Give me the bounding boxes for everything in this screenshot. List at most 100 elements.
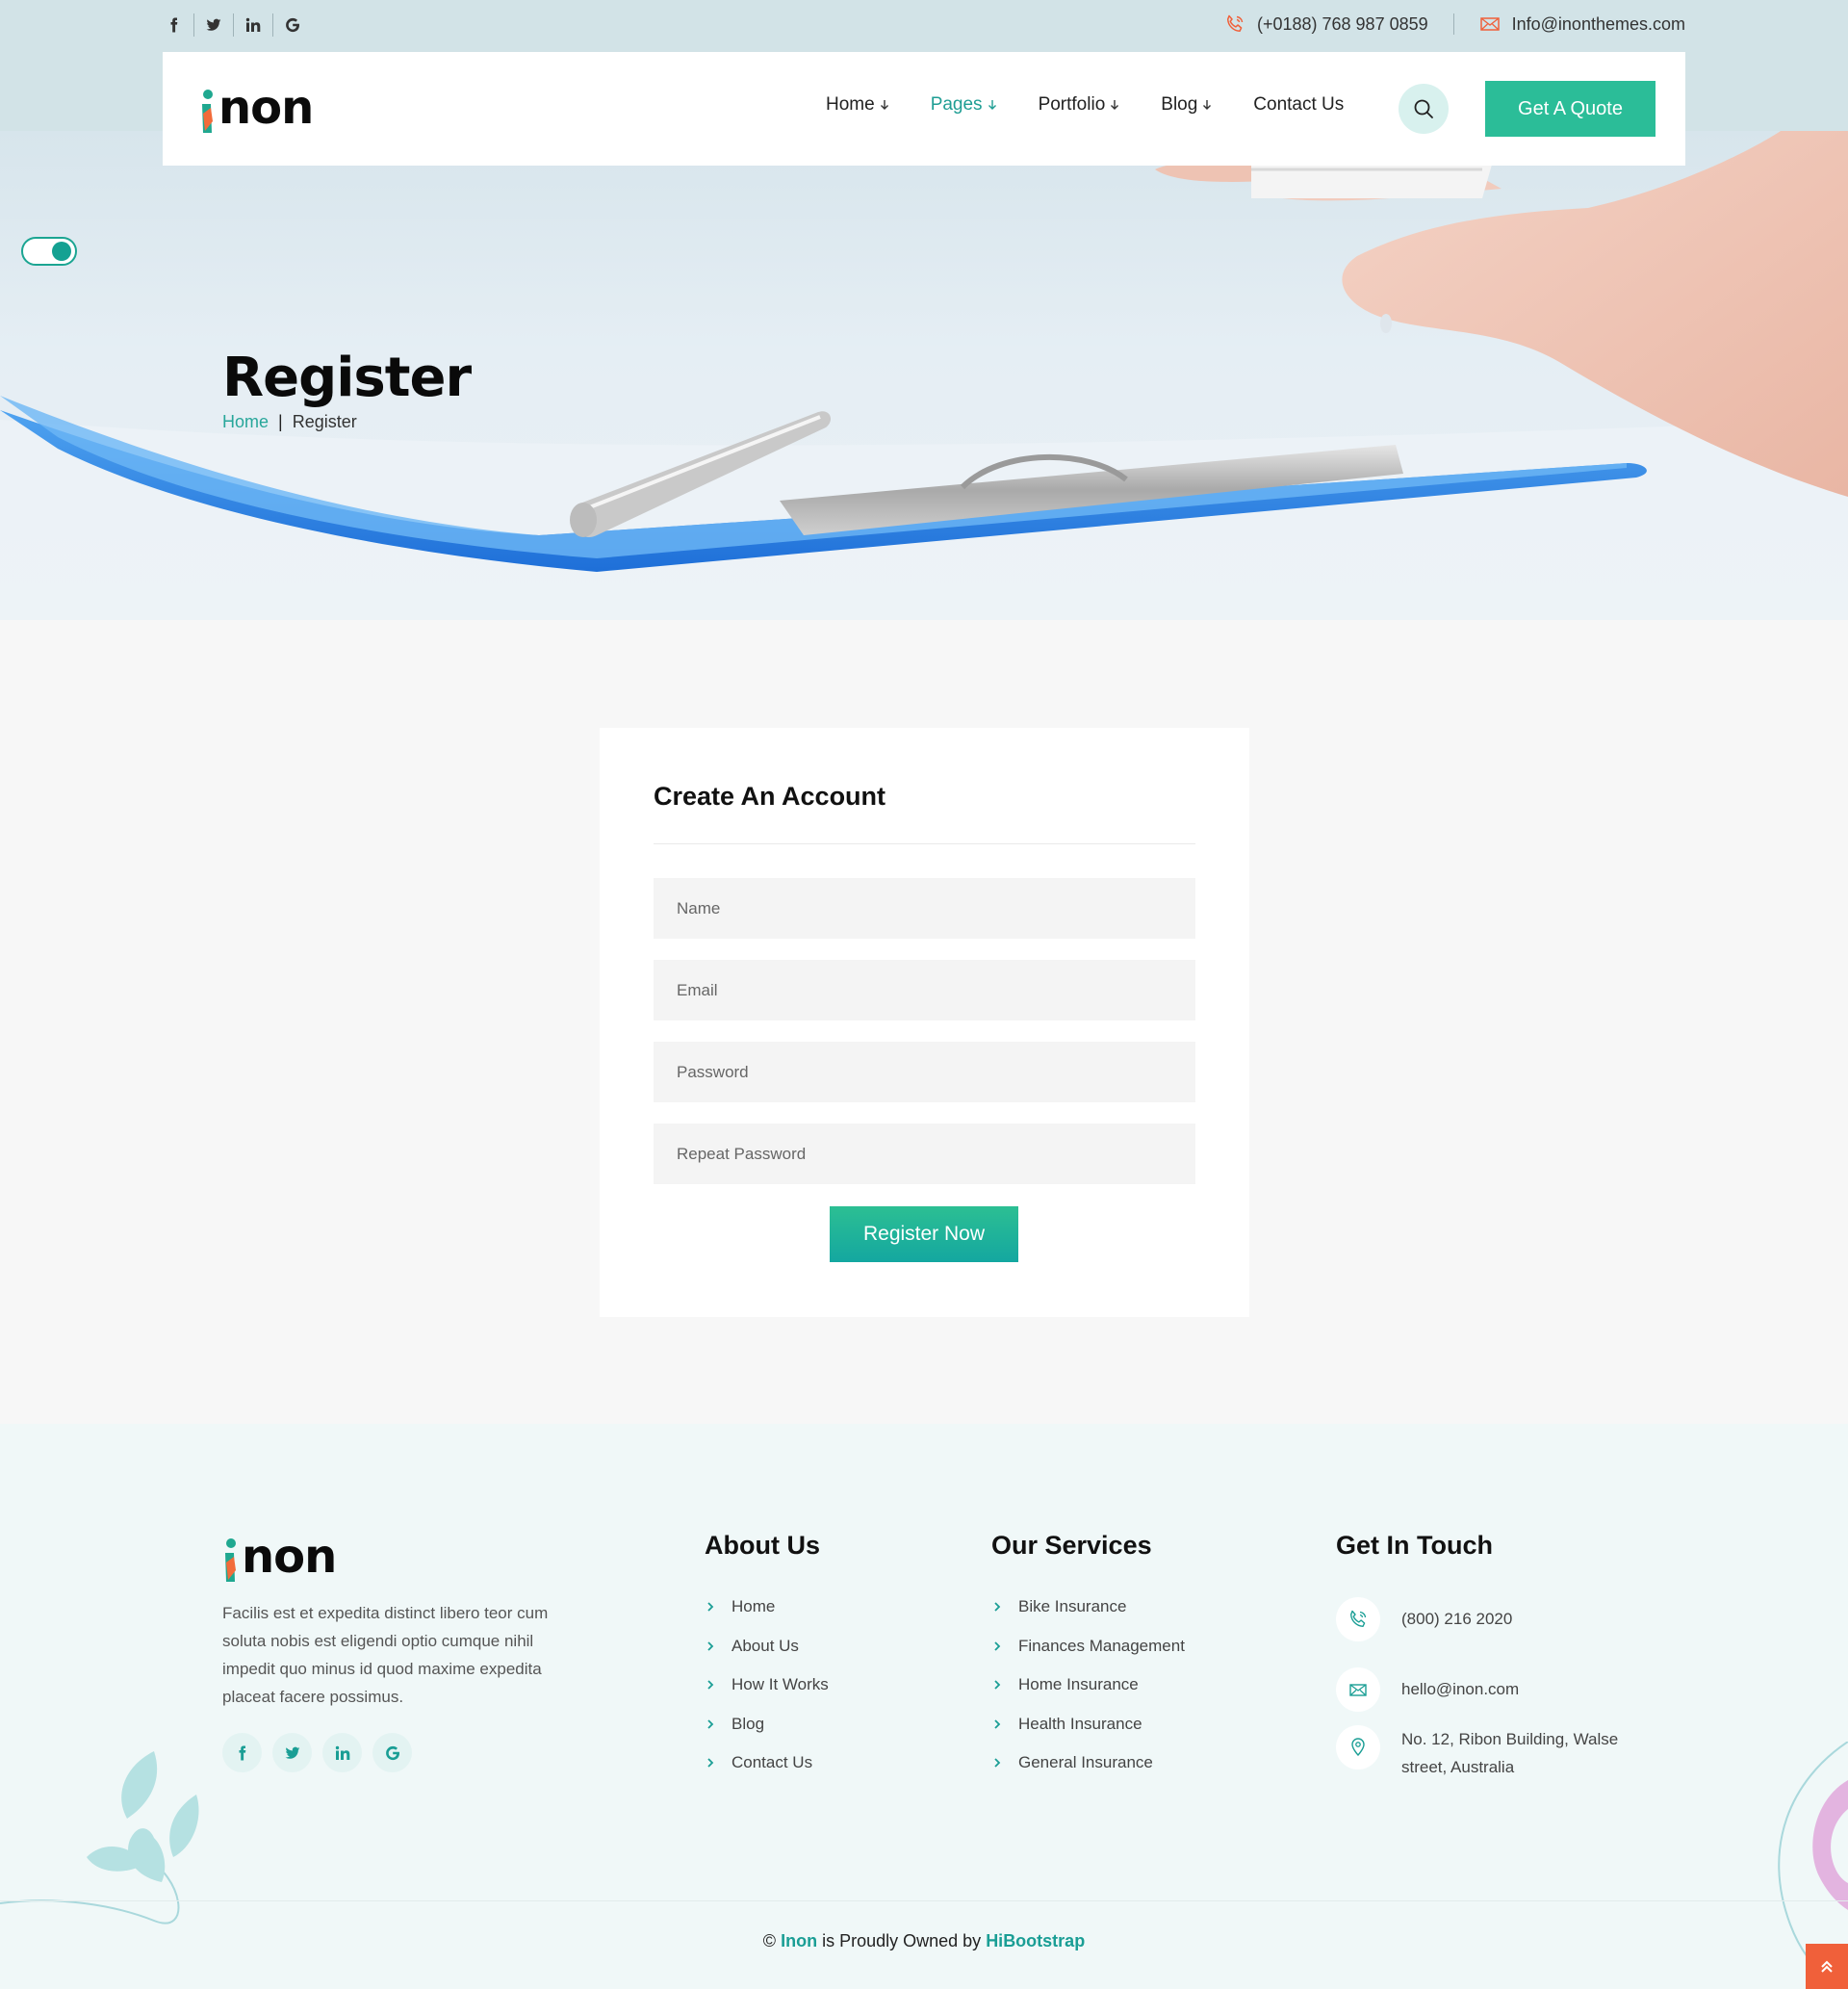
breadcrumb-current: Register: [292, 412, 357, 431]
register-button[interactable]: Register Now: [830, 1206, 1018, 1262]
footer-logo[interactable]: non: [222, 1530, 337, 1584]
toggle-knob: [52, 242, 71, 261]
footer-divider: [0, 1900, 1848, 1901]
touch-address-text: No. 12, Ribon Building, Walse street, Au…: [1401, 1730, 1619, 1776]
link-label: Health Insurance: [1018, 1714, 1142, 1733]
copyright-brand-link[interactable]: Inon: [781, 1931, 817, 1950]
main-header: non Home Pages Portfolio Blog Contact Us…: [163, 52, 1685, 166]
facebook-icon: [239, 1745, 245, 1760]
about-link-how-it-works[interactable]: How It Works: [705, 1666, 829, 1705]
linkedin-link[interactable]: [234, 13, 273, 37]
google-icon: [286, 17, 299, 33]
link-label: Home: [732, 1597, 776, 1616]
search-button[interactable]: [1399, 84, 1449, 134]
service-link-health[interactable]: Health Insurance: [991, 1705, 1185, 1744]
form-title: Create An Account: [654, 782, 886, 811]
top-phone[interactable]: (+0188) 768 987 0859: [1224, 13, 1428, 35]
name-field[interactable]: [654, 878, 1195, 939]
get-quote-button[interactable]: Get A Quote: [1485, 81, 1656, 137]
google-link[interactable]: [273, 13, 312, 37]
about-link-about[interactable]: About Us: [705, 1627, 829, 1666]
link-label: Home Insurance: [1018, 1675, 1139, 1694]
about-link-contact[interactable]: Contact Us: [705, 1744, 829, 1783]
twitter-link[interactable]: [194, 13, 234, 37]
nav-pages-label: Pages: [930, 94, 983, 115]
chevron-right-icon: [994, 1680, 1001, 1690]
footer-social-links: [222, 1733, 412, 1772]
chevron-right-icon: [707, 1641, 714, 1651]
copyright-symbol: ©: [762, 1931, 777, 1950]
envelope-icon: [1479, 17, 1500, 31]
facebook-icon: [170, 17, 178, 33]
phone-icon: [1350, 1610, 1367, 1627]
location-icon-wrap: [1336, 1725, 1380, 1769]
back-to-top-button[interactable]: [1806, 1944, 1848, 1989]
touch-phone-text: (800) 216 2020: [1401, 1610, 1513, 1628]
chevron-right-icon: [707, 1602, 714, 1612]
nav-portfolio-label: Portfolio: [1038, 94, 1106, 115]
about-link-blog[interactable]: Blog: [705, 1705, 829, 1744]
nav-home[interactable]: Home: [826, 94, 890, 116]
footer-google-link[interactable]: [372, 1733, 412, 1772]
copyright-owner-link[interactable]: HiBootstrap: [986, 1931, 1085, 1950]
footer-linkedin-link[interactable]: [322, 1733, 362, 1772]
nav-portfolio[interactable]: Portfolio: [1039, 94, 1121, 116]
phone-icon-wrap: [1336, 1597, 1380, 1641]
top-contact-info: (+0188) 768 987 0859 Info@inonthemes.com: [1224, 13, 1685, 35]
twitter-icon: [285, 1746, 299, 1759]
service-link-finances[interactable]: Finances Management: [991, 1627, 1185, 1666]
footer-facebook-link[interactable]: [222, 1733, 262, 1772]
main-nav: Home Pages Portfolio Blog Contact Us: [826, 94, 1384, 116]
footer-logo-text: non: [242, 1530, 337, 1584]
service-link-bike[interactable]: Bike Insurance: [991, 1588, 1185, 1627]
top-email[interactable]: Info@inonthemes.com: [1479, 13, 1685, 35]
phone-icon: [1226, 14, 1244, 33]
touch-email[interactable]: hello@inon.com: [1336, 1667, 1519, 1712]
about-heading: About Us: [705, 1531, 820, 1560]
facebook-link[interactable]: [163, 13, 194, 37]
chevron-right-icon: [707, 1758, 714, 1768]
nav-home-label: Home: [826, 94, 875, 115]
service-link-home[interactable]: Home Insurance: [991, 1666, 1185, 1705]
arrow-down-icon: [988, 100, 996, 110]
envelope-icon-wrap: [1336, 1667, 1380, 1712]
header-logo[interactable]: non: [199, 81, 314, 135]
register-form: Create An Account Register Now: [600, 728, 1249, 1317]
chevron-right-icon: [994, 1758, 1001, 1768]
touch-phone[interactable]: (800) 216 2020: [1336, 1597, 1512, 1641]
logo-mark-icon: [225, 1538, 236, 1582]
touch-heading: Get In Touch: [1336, 1531, 1493, 1560]
about-links: Home About Us How It Works Blog Contact …: [705, 1588, 829, 1783]
nav-blog[interactable]: Blog: [1161, 94, 1213, 116]
chevron-right-icon: [707, 1680, 714, 1690]
top-phone-text: (+0188) 768 987 0859: [1256, 13, 1428, 34]
arrow-down-icon: [1111, 100, 1119, 110]
link-label: About Us: [732, 1636, 799, 1655]
nav-pages[interactable]: Pages: [931, 94, 998, 116]
about-link-home[interactable]: Home: [705, 1588, 829, 1627]
theme-toggle[interactable]: [21, 237, 77, 266]
touch-address: No. 12, Ribon Building, Walse street, Au…: [1336, 1725, 1632, 1781]
breadcrumb-home[interactable]: Home: [222, 412, 269, 432]
copyright: © Inon is Proudly Owned by HiBootstrap: [0, 1931, 1848, 1951]
repeat-password-field[interactable]: [654, 1124, 1195, 1184]
service-link-general[interactable]: General Insurance: [991, 1744, 1185, 1783]
email-field[interactable]: [654, 960, 1195, 1020]
footer: non Facilis est et expedita distinct lib…: [0, 1424, 1848, 1989]
chevron-right-icon: [707, 1719, 714, 1729]
top-email-text: Info@inonthemes.com: [1511, 13, 1685, 34]
page-title: Register: [222, 347, 472, 409]
link-label: How It Works: [732, 1675, 829, 1694]
location-pin-icon: [1351, 1738, 1365, 1757]
chevron-right-icon: [994, 1719, 1001, 1729]
nav-contact[interactable]: Contact Us: [1253, 94, 1344, 116]
services-heading: Our Services: [991, 1531, 1152, 1560]
top-social-links: [163, 13, 312, 37]
linkedin-icon: [335, 1745, 349, 1760]
logo-mark-icon: [202, 90, 213, 133]
logo-text: non: [218, 81, 314, 135]
envelope-icon: [1349, 1684, 1367, 1696]
password-field[interactable]: [654, 1042, 1195, 1102]
double-chevron-up-icon: [1821, 1960, 1833, 1973]
footer-twitter-link[interactable]: [272, 1733, 312, 1772]
